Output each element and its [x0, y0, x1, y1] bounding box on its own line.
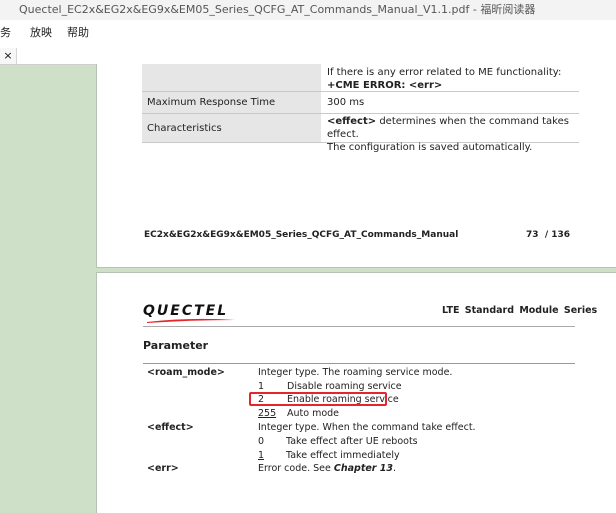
table-row: If there is any error related to ME func… [142, 64, 579, 92]
footer-page-total: / 136 [544, 230, 571, 240]
table-value-line: If there is any error related to ME func… [327, 67, 562, 78]
chapter-link[interactable]: Chapter 13 [334, 463, 393, 474]
menu-item-task[interactable]: 务 [0, 20, 11, 46]
param-name: <effect> [147, 422, 194, 433]
table-label [142, 64, 321, 91]
err-desc-suffix: . [393, 463, 397, 474]
pdf-page-74: QUECTEL LTE Standard Module Series Param… [96, 272, 616, 513]
tab-close-button[interactable]: × [0, 48, 17, 64]
logo-swoosh-icon [147, 318, 235, 323]
param-desc: Integer type. The roaming service mode. [258, 367, 453, 378]
param-desc: Error code. See Chapter 13. [258, 463, 396, 474]
highlight-box [249, 392, 387, 406]
page-footer: EC2x&EG2x&EG9x&EM05_Series_QCFG_AT_Comma… [144, 230, 570, 240]
menu-item-help[interactable]: 帮助 [67, 20, 89, 46]
effect-ref: <effect> [327, 116, 377, 127]
footer-doc-name: EC2x&EG2x&EG9x&EM05_Series_QCFG_AT_Comma… [144, 230, 459, 240]
param-name: <roam_mode> [147, 367, 225, 378]
menu-item-play[interactable]: 放映 [30, 20, 52, 46]
table-row: Characteristics <effect> determines when… [142, 114, 579, 153]
err-desc-text: Error code. See [258, 463, 334, 474]
option-text: Take effect after UE reboots [286, 436, 418, 447]
header-divider [143, 326, 575, 327]
table-label: Characteristics [142, 114, 321, 142]
section-divider [143, 363, 575, 364]
table-row: Maximum Response Time 300 ms [142, 92, 579, 114]
quectel-logo: QUECTEL [143, 303, 229, 319]
table-label: Maximum Response Time [142, 92, 321, 113]
option-value-default: 1 [258, 450, 265, 461]
table-value-line: The configuration is saved automatically… [327, 142, 533, 153]
table-value-line: 300 ms [327, 97, 365, 108]
param-name: <err> [147, 463, 179, 474]
option-value-default: 255 [258, 408, 277, 419]
option-value: 0 [258, 436, 265, 447]
option-text: Auto mode [287, 408, 340, 419]
table-value-line: +CME ERROR: <err> [327, 80, 443, 91]
menu-bar: 务 放映 帮助 [0, 20, 616, 46]
series-title: LTE Standard Module Series [442, 305, 598, 316]
section-title: Parameter [143, 339, 209, 352]
tab-strip: × [0, 46, 616, 65]
window-title: Quectel_EC2x&EG2x&EG9x&EM05_Series_QCFG_… [0, 0, 616, 20]
option-text: Take effect immediately [286, 450, 400, 461]
pdf-page-73: If there is any error related to ME func… [96, 64, 616, 268]
option-value: 1 [258, 381, 265, 392]
option-text: Disable roaming service [287, 381, 402, 392]
footer-page-number: 73 [526, 230, 539, 240]
param-desc: Integer type. When the command take effe… [258, 422, 476, 433]
